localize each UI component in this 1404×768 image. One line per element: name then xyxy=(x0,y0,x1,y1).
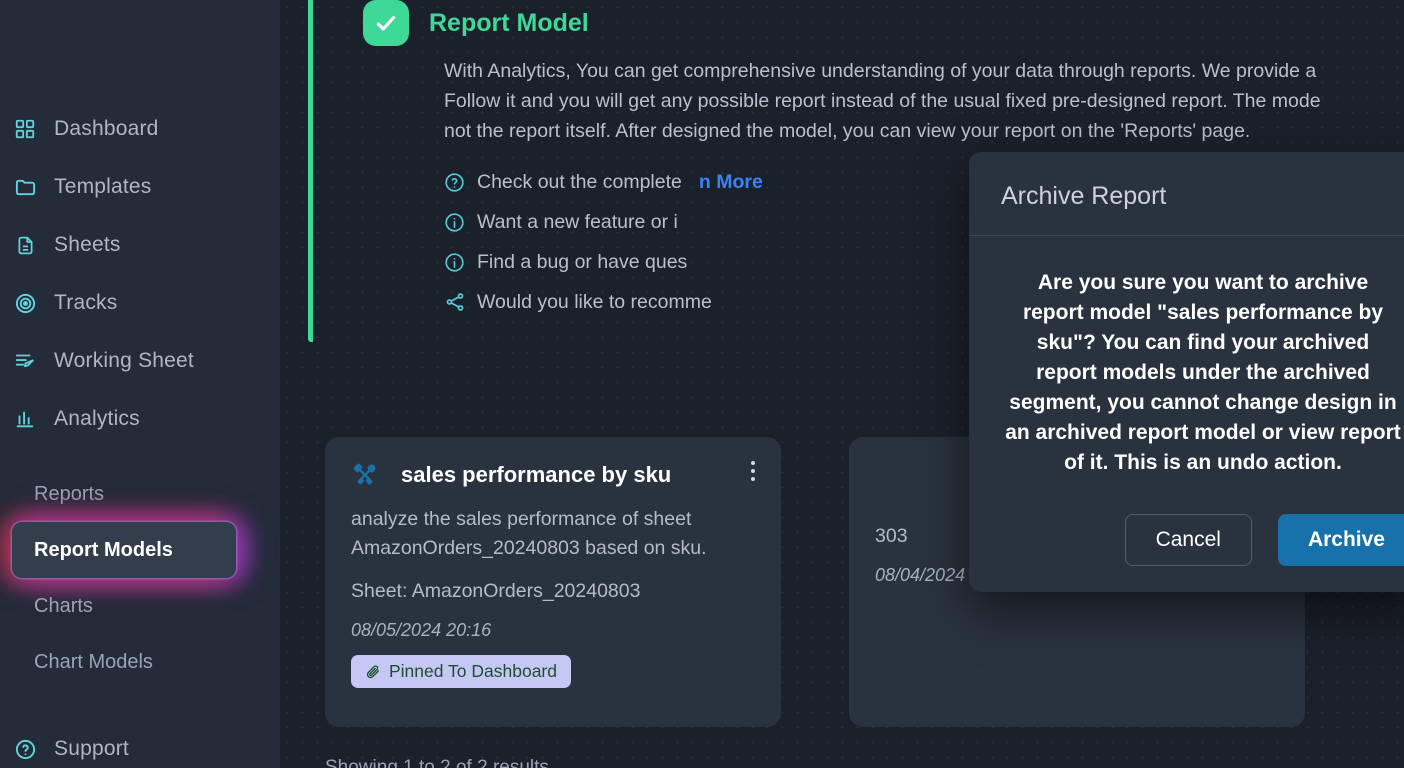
banner-link-text: Would you like to recomme xyxy=(477,290,712,313)
info-circle-icon xyxy=(444,252,466,273)
banner-title: Report Model xyxy=(429,9,589,37)
dialog-actions: Cancel Archive xyxy=(969,484,1404,592)
check-icon xyxy=(363,0,409,46)
sidebar-item-support[interactable]: Support xyxy=(0,720,280,768)
info-circle-icon xyxy=(444,212,466,233)
card-description: analyze the sales performance of sheet A… xyxy=(351,508,707,559)
card-menu-button[interactable] xyxy=(747,457,759,485)
sidebar-item-dashboard[interactable]: Dashboard xyxy=(0,100,280,158)
cancel-button[interactable]: Cancel xyxy=(1124,514,1252,566)
sidebar-item-templates[interactable]: Templates xyxy=(0,158,280,216)
banner-header: Report Model xyxy=(313,0,1404,46)
sidebar-item-working-sheet[interactable]: Working Sheet xyxy=(0,332,280,390)
sidebar-item-label: Tracks xyxy=(54,291,118,314)
sidebar-item-reports[interactable]: Reports xyxy=(12,466,280,522)
sidebar-item-tracks[interactable]: Tracks xyxy=(0,274,280,332)
design-tools-icon xyxy=(351,461,379,489)
banner-link-text: Want a new feature or i xyxy=(477,210,678,233)
sidebar-subitem-label: Charts xyxy=(34,594,93,617)
learn-more-link[interactable]: n More xyxy=(699,171,763,194)
sidebar-item-label: Dashboard xyxy=(54,117,159,140)
dialog-title: Archive Report xyxy=(969,152,1404,236)
banner-paragraph-line: With Analytics, You can get comprehensiv… xyxy=(444,60,1317,82)
share-icon xyxy=(444,291,466,313)
sidebar-item-label: Working Sheet xyxy=(54,349,194,372)
app-root: Dashboard Templates Sheets Tracks Workin… xyxy=(0,0,1404,768)
report-model-card[interactable]: sales performance by sku analyze the sal… xyxy=(325,437,781,727)
archive-report-dialog: Archive Report Are you sure you want to … xyxy=(969,152,1404,592)
sidebar-item-label: Analytics xyxy=(54,407,140,430)
sidebar-subitem-label: Reports xyxy=(34,482,105,505)
grid-icon xyxy=(12,116,38,142)
banner-link-text: Check out the complete xyxy=(477,170,682,193)
paperclip-icon xyxy=(365,664,381,680)
card-title: sales performance by sku xyxy=(401,462,672,487)
results-count-label: Showing 1 to 2 of 2 results xyxy=(325,757,549,768)
sidebar-item-chart-models[interactable]: Chart Models xyxy=(12,634,280,690)
document-icon xyxy=(12,232,38,258)
target-icon xyxy=(12,290,38,316)
main-content: Report Model With Analytics, You can get… xyxy=(280,0,1404,768)
banner-link-text: Find a bug or have ques xyxy=(477,250,688,273)
banner-paragraph-line: Follow it and you will get any possible … xyxy=(444,90,1321,112)
dialog-message: Are you sure you want to archive report … xyxy=(969,236,1404,484)
card-header: sales performance by sku xyxy=(351,461,755,489)
sidebar-subitem-label: Chart Models xyxy=(34,650,153,673)
sidebar-item-sheets[interactable]: Sheets xyxy=(0,216,280,274)
card-sheet-name: Sheet: AmazonOrders_20240803 xyxy=(351,580,641,602)
sidebar-item-label: Sheets xyxy=(54,233,121,256)
question-circle-icon xyxy=(444,172,466,193)
archive-button[interactable]: Archive xyxy=(1277,514,1404,566)
sidebar-subitem-label: Report Models xyxy=(34,538,173,561)
sidebar-item-label: Support xyxy=(54,737,129,760)
sidebar-item-report-models[interactable]: Report Models xyxy=(12,522,236,578)
question-circle-icon xyxy=(12,736,38,762)
sidebar-main-nav: Dashboard Templates Sheets Tracks Workin… xyxy=(0,0,280,448)
banner-paragraph-line: not the report itself. After designed th… xyxy=(444,120,1251,142)
badge-label: Pinned To Dashboard xyxy=(389,661,557,681)
status-badge: Pinned To Dashboard xyxy=(351,655,571,688)
sidebar-item-label: Templates xyxy=(54,175,152,198)
sidebar-sub-nav: Reports Report Models Charts Chart Model… xyxy=(0,466,280,690)
sidebar-item-analytics[interactable]: Analytics xyxy=(0,390,280,448)
card-timestamp: 08/05/2024 20:16 xyxy=(351,620,492,640)
bar-chart-icon xyxy=(12,406,38,432)
edit-list-icon xyxy=(12,348,38,374)
sidebar: Dashboard Templates Sheets Tracks Workin… xyxy=(0,0,280,768)
folder-icon xyxy=(12,174,38,200)
sidebar-item-charts[interactable]: Charts xyxy=(12,578,280,634)
